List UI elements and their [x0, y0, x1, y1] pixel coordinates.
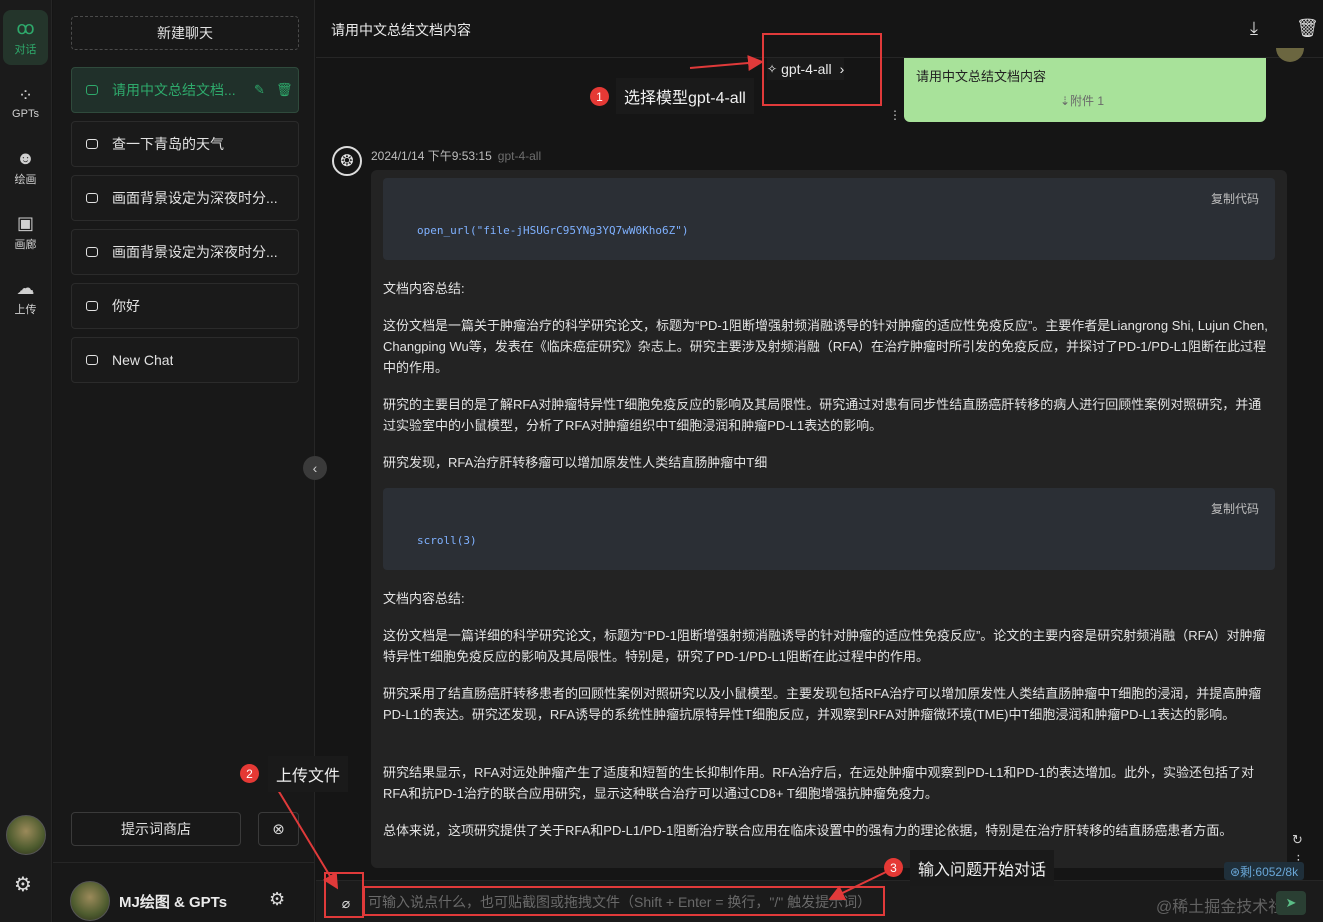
summary-paragraph: 研究的主要目的是了解RFA对肿瘤特异性T细胞免疫反应的影响及其局限性。研究通过对…: [383, 397, 1262, 433]
assistant-message: 复制代码 open_url("file-jHSUGrC95YNg3YQ7wW0K…: [371, 170, 1287, 868]
prompt-store-button[interactable]: 提示词商店: [71, 812, 241, 846]
attachment-link[interactable]: ⇣附件 1: [1060, 92, 1104, 109]
annotation-label: 上传文件: [268, 756, 349, 792]
delete-icon[interactable]: 🗑: [276, 82, 293, 98]
annotation-label: 输入问题开始对话: [910, 850, 1055, 886]
message-model: gpt-4-all: [497, 149, 542, 163]
summary-paragraph: 研究结果显示，RFA对远处肿瘤产生了适度和短暂的生长抑制作用。RFA治疗后，在远…: [383, 765, 1255, 801]
rail-gpts-label: GPTs: [12, 108, 39, 120]
summary-paragraph: 这份文档是一篇详细的科学研究论文，标题为“PD-1阻断增强射频消融诱导的针对肿瘤…: [383, 628, 1266, 664]
page-title: 请用中文总结文档内容: [331, 22, 471, 38]
chat-bubble-icon: [86, 139, 98, 149]
summary-paragraph: 总体来说，这项研究提供了关于RFA和PD-L1/PD-1阻断治疗联合应用在临床设…: [383, 823, 1233, 838]
annotation-number: 1: [590, 87, 609, 106]
user-name: MJ绘图 & GPTs: [119, 894, 228, 911]
chat-item-label: New Chat: [112, 352, 174, 368]
code-block: 复制代码 scroll(3): [383, 488, 1275, 570]
edit-icon[interactable]: ✎: [254, 82, 265, 98]
user-footer: MJ绘图 & GPTs ⚙: [53, 862, 315, 922]
image-icon: ▣: [16, 213, 34, 233]
grid-icon: ⁘: [17, 85, 34, 105]
close-circle-icon: ⊗: [272, 821, 285, 838]
code-text: scroll(3): [417, 534, 477, 547]
chat-main: 请用中文总结文档内容 ⤓ 🗑 ✧ gpt-4-all › 请用中文总结文档内容 …: [316, 0, 1323, 922]
gear-icon[interactable]: ⚙: [269, 889, 285, 910]
message-meta: 2024/1/14 下午9:53:15 gpt-4-all: [371, 147, 541, 164]
cloud-upload-icon: ☁: [16, 278, 35, 298]
annotation-label: 选择模型gpt-4-all: [616, 78, 754, 114]
chevron-left-icon: ‹: [312, 460, 318, 476]
annotation-number: 2: [240, 764, 259, 783]
chat-item-label: 画面背景设定为深夜时分...: [112, 190, 278, 206]
chat-item-label: 你好: [112, 298, 140, 314]
chat-bubble-icon: [86, 301, 98, 311]
chat-item-label: 画面背景设定为深夜时分...: [112, 244, 278, 260]
summary-heading: 文档内容总结:: [383, 281, 465, 296]
chat-item[interactable]: New Chat: [71, 337, 299, 383]
gear-icon[interactable]: ⚙: [14, 872, 32, 897]
trash-icon[interactable]: 🗑: [1296, 18, 1319, 39]
avatar: [1276, 48, 1304, 62]
chat-item-label: 请用中文总结文档...: [112, 82, 236, 98]
annotation-number: 3: [884, 858, 903, 877]
chat-bubble-icon: [86, 85, 98, 95]
palette-icon: ☻: [16, 148, 35, 168]
chat-bubble-icon: [86, 355, 98, 365]
summary-paragraph: 这份文档是一篇关于肿瘤治疗的科学研究论文，标题为“PD-1阻断增强射频消融诱导的…: [383, 318, 1268, 375]
rail-draw-label: 绘画: [14, 174, 37, 186]
more-options-icon[interactable]: ⋮: [889, 108, 901, 122]
chat-bubble-icon: [86, 193, 98, 203]
user-message-text: 请用中文总结文档内容: [916, 69, 1047, 84]
clear-chats-button[interactable]: ⊗: [258, 812, 299, 846]
chat-item[interactable]: 你好: [71, 283, 299, 329]
chat-item[interactable]: 画面背景设定为深夜时分...: [71, 175, 299, 221]
summary-paragraph: 研究发现，RFA治疗肝转移瘤可以增加原发性人类结直肠肿瘤中T细: [383, 455, 768, 470]
summary-heading: 文档内容总结:: [383, 591, 465, 606]
new-chat-button[interactable]: 新建聊天: [71, 16, 299, 50]
chat-bubble-icon: [86, 247, 98, 257]
token-usage-badge: ⊛剩:6052/8k: [1224, 862, 1305, 880]
code-text: open_url("file-jHSUGrC95YNg3YQ7wW0Kho6Z"…: [417, 224, 689, 237]
rail-gallery[interactable]: ▣ 画廊: [3, 205, 48, 260]
chat-icon: ꝏ: [16, 18, 35, 38]
download-icon[interactable]: ⤓: [1250, 18, 1258, 39]
summary-paragraph: 研究采用了结直肠癌肝转移患者的回顾性案例对照研究以及小鼠模型。主要发现包括RFA…: [383, 686, 1262, 722]
send-icon: ➤: [1285, 895, 1297, 910]
refresh-icon[interactable]: ↻: [1292, 832, 1303, 848]
send-button[interactable]: ➤: [1276, 891, 1306, 915]
rail-draw[interactable]: ☻ 绘画: [3, 140, 48, 195]
rail-chat[interactable]: ꝏ 对话: [3, 10, 48, 65]
message-timestamp: 2024/1/14 下午9:53:15: [371, 149, 492, 163]
openai-logo-icon: ❂: [332, 146, 362, 176]
copy-code-button[interactable]: 复制代码: [1211, 500, 1259, 517]
chat-item-active[interactable]: 请用中文总结文档... ✎ 🗑: [71, 67, 299, 113]
chat-item-label: 查一下青岛的天气: [112, 136, 224, 152]
code-block: 复制代码 open_url("file-jHSUGrC95YNg3YQ7wW0K…: [383, 178, 1275, 260]
collapse-sidebar-button[interactable]: ‹: [303, 456, 327, 480]
chat-item[interactable]: 查一下青岛的天气: [71, 121, 299, 167]
rail-upload[interactable]: ☁ 上传: [3, 270, 48, 325]
openai-logo-glyph: ❂: [340, 153, 354, 170]
annotation-box-attach: [324, 872, 364, 918]
rail-upload-label: 上传: [14, 304, 37, 316]
avatar[interactable]: [6, 815, 46, 855]
rail-chat-label: 对话: [14, 44, 37, 56]
annotation-box-input: [363, 886, 885, 916]
rail-gallery-label: 画廊: [14, 239, 37, 251]
user-message: 请用中文总结文档内容 ⇣附件 1: [904, 58, 1266, 122]
icon-rail: ꝏ 对话 ⁘ GPTs ☻ 绘画 ▣ 画廊 ☁ 上传 ⚙: [0, 0, 52, 922]
copy-code-button[interactable]: 复制代码: [1211, 190, 1259, 207]
avatar[interactable]: [70, 881, 110, 921]
annotation-box-model: [762, 33, 882, 106]
rail-gpts[interactable]: ⁘ GPTs: [3, 75, 48, 130]
chat-item[interactable]: 画面背景设定为深夜时分...: [71, 229, 299, 275]
